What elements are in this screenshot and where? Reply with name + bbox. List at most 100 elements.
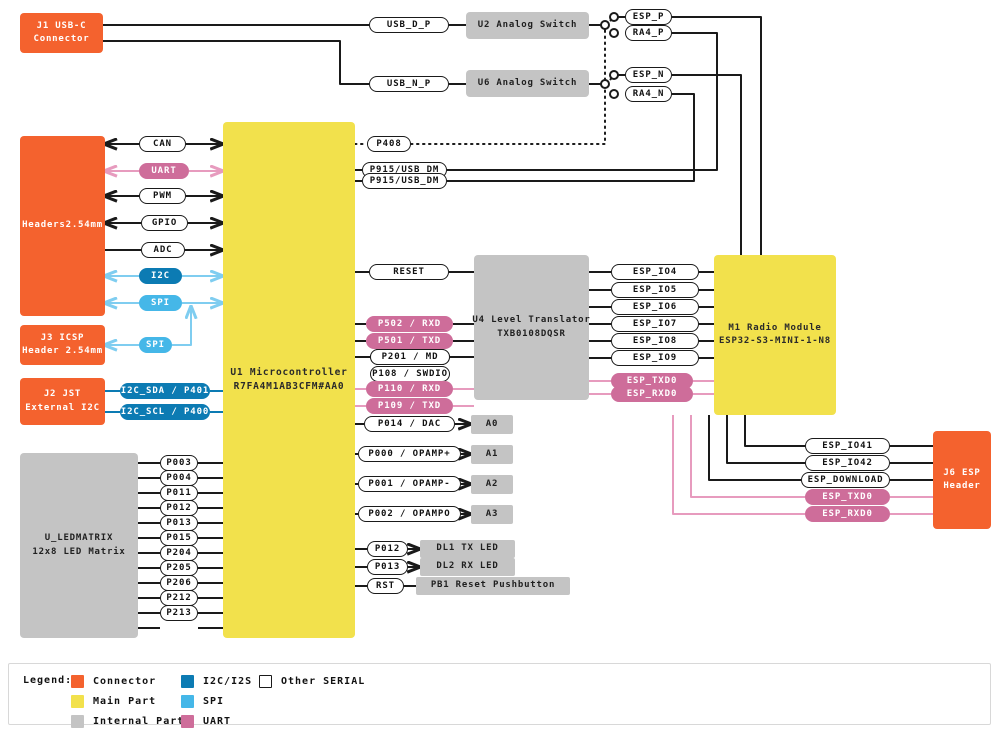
legend-item: Other SERIAL — [259, 671, 365, 691]
legend-item: Connector — [71, 671, 184, 691]
signal-ledmatrix-p013[interactable]: P013 — [160, 515, 198, 531]
signal-i2c-headers[interactable]: I2C — [139, 268, 182, 284]
ledmatrix-pin-label: P206 — [166, 578, 191, 588]
block-m1-radio-module[interactable]: M1 Radio Module ESP32-S3-MINI-1-N8 — [714, 255, 836, 415]
signal-p502-rxd[interactable]: P502 / RXD — [366, 316, 453, 332]
signal-pwm[interactable]: PWM — [139, 188, 186, 204]
signal-ledmatrix-p205[interactable]: P205 — [160, 560, 198, 576]
signal-p012-tx-led[interactable]: P012 — [367, 541, 408, 557]
legend-column-1: ConnectorMain PartInternal Part — [71, 671, 184, 731]
signal-reset[interactable]: RESET — [369, 264, 449, 280]
adc-label: ADC — [154, 245, 173, 255]
signal-esp-io4[interactable]: ESP_IO4 — [611, 264, 699, 280]
ledmatrix-pin-label: P011 — [166, 488, 191, 498]
block-dl2-rx-led[interactable]: DL2 RX LED — [420, 558, 515, 576]
signal-i2c-sda-p401[interactable]: I2C_SDA / P401 — [120, 383, 210, 399]
signal-esp-io9[interactable]: ESP_IO9 — [611, 350, 699, 366]
signal-p002-opampo[interactable]: P002 / OPAMPO — [358, 506, 461, 522]
legend-label: Other SERIAL — [281, 676, 365, 687]
block-j2-jst-external-i2c[interactable]: J2 JST External I2C — [20, 378, 105, 425]
headers-line1: Headers2.54mm — [22, 219, 103, 233]
block-a1-pin[interactable]: A1 — [471, 445, 513, 464]
block-diagram-canvas: J1 USB-C Connector U2 Analog Switch U6 A… — [0, 0, 999, 732]
block-j1-usb-c-connector[interactable]: J1 USB-C Connector — [20, 13, 103, 53]
block-a0-pin[interactable]: A0 — [471, 415, 513, 434]
signal-ledmatrix-p212[interactable]: P212 — [160, 590, 198, 606]
block-j6-esp-header[interactable]: J6 ESP Header — [933, 431, 991, 529]
a2-label: A2 — [486, 478, 498, 492]
signal-gpio[interactable]: GPIO — [141, 215, 188, 231]
signal-esp-download[interactable]: ESP_DOWNLOAD — [801, 472, 890, 488]
esp-rxd0-label: ESP_RXD0 — [627, 389, 678, 399]
can-label: CAN — [153, 139, 172, 149]
block-j3-icsp-header[interactable]: J3 ICSP Header 2.54mm — [20, 325, 105, 365]
esp-io6-label: ESP_IO6 — [633, 302, 677, 312]
j6-line1: J6 ESP — [943, 467, 980, 481]
a0-label: A0 — [486, 418, 498, 432]
block-a3-pin[interactable]: A3 — [471, 505, 513, 524]
signal-p408[interactable]: P408 — [367, 136, 411, 152]
signal-adc[interactable]: ADC — [141, 242, 185, 258]
block-pb1-reset-pushbutton[interactable]: PB1 Reset Pushbutton — [416, 577, 570, 595]
block-u-ledmatrix[interactable]: U_LEDMATRIX 12x8 LED Matrix — [20, 453, 138, 638]
signal-esp-txd0-header[interactable]: ESP_TXD0 — [805, 489, 890, 505]
block-a2-pin[interactable]: A2 — [471, 475, 513, 494]
signal-can[interactable]: CAN — [139, 136, 186, 152]
block-u2-analog-switch[interactable]: U2 Analog Switch — [466, 12, 589, 39]
signal-p014-dac[interactable]: P014 / DAC — [364, 416, 455, 432]
signal-spi-icsp[interactable]: SPI — [139, 337, 172, 353]
signal-p915-usb-dm-b[interactable]: P915/USB_DM — [362, 173, 447, 189]
signal-ledmatrix-p011[interactable]: P011 — [160, 485, 198, 501]
signal-esp-io5[interactable]: ESP_IO5 — [611, 282, 699, 298]
ledmatrix-pin-label: P015 — [166, 533, 191, 543]
signal-esp-rxd0-header[interactable]: ESP_RXD0 — [805, 506, 890, 522]
signal-ra4-p[interactable]: RA4_P — [625, 25, 672, 41]
signal-esp-io42[interactable]: ESP_IO42 — [805, 455, 890, 471]
signal-esp-n[interactable]: ESP_N — [625, 67, 672, 83]
signal-p108-swdio[interactable]: P108 / SWDIO — [370, 366, 450, 382]
signal-ledmatrix-p004[interactable]: P004 — [160, 470, 198, 486]
signal-p109-txd[interactable]: P109 / TXD — [366, 398, 453, 414]
uart-label: UART — [151, 166, 176, 176]
signal-ledmatrix-p204[interactable]: P204 — [160, 545, 198, 561]
signal-p501-txd[interactable]: P501 / TXD — [366, 333, 453, 349]
signal-esp-p[interactable]: ESP_P — [625, 9, 672, 25]
legend-label: I2C/I2S — [203, 676, 252, 687]
signal-ledmatrix-p213[interactable]: P213 — [160, 605, 198, 621]
p000-label: P000 / OPAMP+ — [368, 449, 450, 459]
signal-esp-io8[interactable]: ESP_IO8 — [611, 333, 699, 349]
ledmatrix-line2: 12x8 LED Matrix — [32, 546, 125, 560]
block-headers-2p54mm[interactable]: Headers2.54mm — [20, 136, 105, 316]
signal-p013-rx-led[interactable]: P013 — [367, 559, 408, 575]
signal-p110-rxd[interactable]: P110 / RXD — [366, 381, 453, 397]
block-u4-level-translator[interactable]: U4 Level Translator TXB0108DQSR — [474, 255, 589, 400]
signal-usb-d-p[interactable]: USB_D_P — [369, 17, 449, 33]
block-u6-analog-switch[interactable]: U6 Analog Switch — [466, 70, 589, 97]
p002-label: P002 / OPAMPO — [368, 509, 450, 519]
signal-esp-io7[interactable]: ESP_IO7 — [611, 316, 699, 332]
signal-usb-n-p[interactable]: USB_N_P — [369, 76, 449, 92]
signal-p201-md-node[interactable]: P201 / MD — [370, 349, 450, 365]
signal-uart-headers[interactable]: UART — [139, 163, 189, 179]
legend-item: Internal Part — [71, 711, 184, 731]
legend-swatch — [71, 695, 84, 708]
signal-ra4-n[interactable]: RA4_N — [625, 86, 672, 102]
signal-esp-rxd0[interactable]: ESP_RXD0 — [611, 386, 693, 402]
signal-ledmatrix-p206[interactable]: P206 — [160, 575, 198, 591]
signal-rst[interactable]: RST — [367, 578, 404, 594]
block-dl1-tx-led[interactable]: DL1 TX LED — [420, 540, 515, 558]
signal-esp-io6[interactable]: ESP_IO6 — [611, 299, 699, 315]
signal-ledmatrix-p003[interactable]: P003 — [160, 455, 198, 471]
p110-label: P110 / RXD — [378, 384, 441, 394]
block-u1-microcontroller[interactable]: U1 Microcontroller R7FA4M1AB3CFM#AA0 — [223, 122, 355, 638]
signal-ledmatrix-p012[interactable]: P012 — [160, 500, 198, 516]
signal-esp-io41[interactable]: ESP_IO41 — [805, 438, 890, 454]
signal-i2c-scl-p400[interactable]: I2C_SCL / P400 — [120, 404, 210, 420]
signal-p000-opamp-plus[interactable]: P000 / OPAMP+ — [358, 446, 461, 462]
signal-ledmatrix-p015[interactable]: P015 — [160, 530, 198, 546]
signal-p001-opamp-minus[interactable]: P001 / OPAMP- — [358, 476, 461, 492]
p915-b-label: P915/USB_DM — [370, 176, 440, 186]
signal-spi-headers[interactable]: SPI — [139, 295, 182, 311]
j3-line1: J3 ICSP — [41, 332, 85, 346]
j1-line2: Connector — [34, 33, 90, 47]
